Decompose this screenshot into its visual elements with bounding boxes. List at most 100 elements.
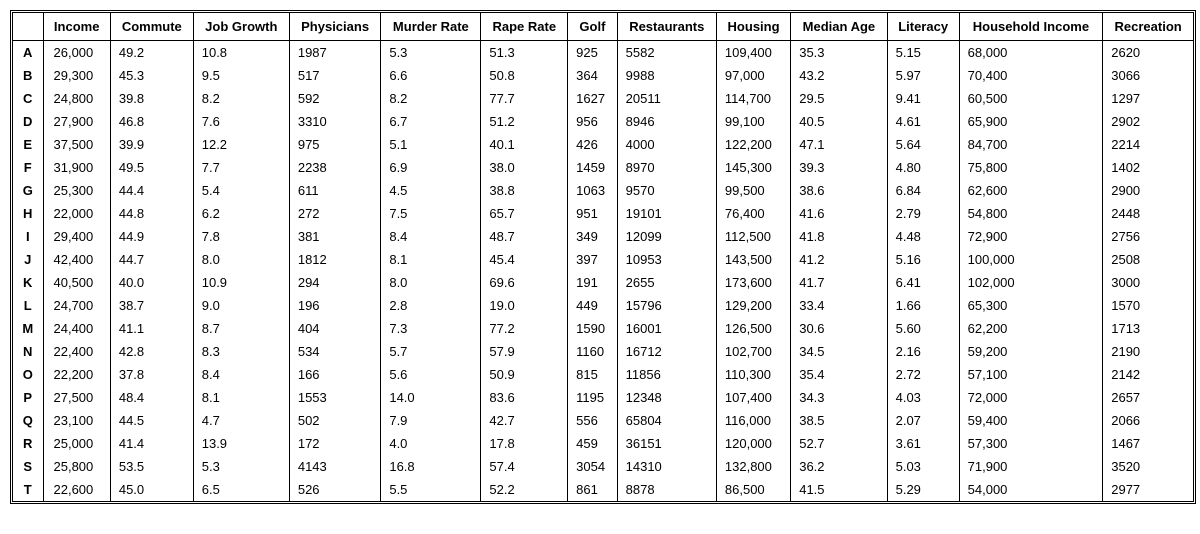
table-row: M24,40041.18.74047.377.2159016001126,500…: [13, 317, 1193, 340]
cell: 47.1: [791, 133, 887, 156]
cell: 60,500: [959, 87, 1103, 110]
cell: 33.4: [791, 294, 887, 317]
cell: 294: [289, 271, 381, 294]
cell: 45.0: [110, 478, 193, 501]
cell: 45.4: [481, 248, 568, 271]
cell: 2655: [617, 271, 716, 294]
cell: 65,900: [959, 110, 1103, 133]
cell: 116,000: [716, 409, 790, 432]
cell: 2.72: [887, 363, 959, 386]
cell: 16712: [617, 340, 716, 363]
cell: 15796: [617, 294, 716, 317]
column-header: Housing: [716, 13, 790, 41]
cell: 173,600: [716, 271, 790, 294]
cell: 7.6: [193, 110, 289, 133]
cell: 12348: [617, 386, 716, 409]
cell: 39.8: [110, 87, 193, 110]
cell: 526: [289, 478, 381, 501]
cell: 41.5: [791, 478, 887, 501]
cell: 24,700: [43, 294, 110, 317]
cell: 4.5: [381, 179, 481, 202]
table-row: T22,60045.06.55265.552.2861887886,50041.…: [13, 478, 1193, 501]
cell: 126,500: [716, 317, 790, 340]
row-label: B: [13, 64, 43, 87]
cell: 3066: [1103, 64, 1193, 87]
column-header: Rape Rate: [481, 13, 568, 41]
cell: 8.4: [381, 225, 481, 248]
cell: 2.07: [887, 409, 959, 432]
table-row: A26,00049.210.819875.351.39255582109,400…: [13, 41, 1193, 65]
cell: 381: [289, 225, 381, 248]
cell: 65.7: [481, 202, 568, 225]
cell: 31,900: [43, 156, 110, 179]
cell: 40.1: [481, 133, 568, 156]
cell: 83.6: [481, 386, 568, 409]
cell: 122,200: [716, 133, 790, 156]
cell: 459: [568, 432, 617, 455]
cell: 110,300: [716, 363, 790, 386]
cell: 100,000: [959, 248, 1103, 271]
cell: 7.5: [381, 202, 481, 225]
cell: 99,500: [716, 179, 790, 202]
cell: 77.7: [481, 87, 568, 110]
cell: 20511: [617, 87, 716, 110]
cell: 22,200: [43, 363, 110, 386]
table-row: S25,80053.55.3414316.857.4305414310132,8…: [13, 455, 1193, 478]
cell: 22,400: [43, 340, 110, 363]
cell: 50.9: [481, 363, 568, 386]
cell: 54,800: [959, 202, 1103, 225]
cell: 5.97: [887, 64, 959, 87]
cell: 38.6: [791, 179, 887, 202]
cell: 52.7: [791, 432, 887, 455]
row-label: Q: [13, 409, 43, 432]
cell: 349: [568, 225, 617, 248]
cell: 426: [568, 133, 617, 156]
row-label: O: [13, 363, 43, 386]
column-header: Restaurants: [617, 13, 716, 41]
cell: 45.3: [110, 64, 193, 87]
cell: 30.6: [791, 317, 887, 340]
cell: 69.6: [481, 271, 568, 294]
cell: 1297: [1103, 87, 1193, 110]
cell: 76,400: [716, 202, 790, 225]
cell: 2657: [1103, 386, 1193, 409]
cell: 556: [568, 409, 617, 432]
cell: 51.2: [481, 110, 568, 133]
cell: 42,400: [43, 248, 110, 271]
cell: 7.3: [381, 317, 481, 340]
cell: 1553: [289, 386, 381, 409]
table-row: K40,50040.010.92948.069.61912655173,6004…: [13, 271, 1193, 294]
cell: 59,200: [959, 340, 1103, 363]
cell: 8.2: [381, 87, 481, 110]
row-label: H: [13, 202, 43, 225]
cell: 592: [289, 87, 381, 110]
cell: 37.8: [110, 363, 193, 386]
cell: 37,500: [43, 133, 110, 156]
cell: 42.8: [110, 340, 193, 363]
cell: 172: [289, 432, 381, 455]
cell: 4.61: [887, 110, 959, 133]
table-row: F31,90049.57.722386.938.014598970145,300…: [13, 156, 1193, 179]
cell: 36.2: [791, 455, 887, 478]
cell: 40.5: [791, 110, 887, 133]
row-label: K: [13, 271, 43, 294]
cell: 49.2: [110, 41, 193, 65]
cell: 14.0: [381, 386, 481, 409]
cell: 27,500: [43, 386, 110, 409]
cell: 8.2: [193, 87, 289, 110]
cell: 8.0: [381, 271, 481, 294]
cell: 44.9: [110, 225, 193, 248]
cell: 2977: [1103, 478, 1193, 501]
cell: 1590: [568, 317, 617, 340]
table-row: N22,40042.88.35345.757.9116016712102,700…: [13, 340, 1193, 363]
table-row: P27,50048.48.1155314.083.6119512348107,4…: [13, 386, 1193, 409]
cell: 5.7: [381, 340, 481, 363]
cell: 143,500: [716, 248, 790, 271]
cell: 57,100: [959, 363, 1103, 386]
cell: 3520: [1103, 455, 1193, 478]
cell: 25,800: [43, 455, 110, 478]
table-row: E37,50039.912.29755.140.14264000122,2004…: [13, 133, 1193, 156]
cell: 2214: [1103, 133, 1193, 156]
table-header-row: IncomeCommuteJob GrowthPhysiciansMurder …: [13, 13, 1193, 41]
cell: 53.5: [110, 455, 193, 478]
